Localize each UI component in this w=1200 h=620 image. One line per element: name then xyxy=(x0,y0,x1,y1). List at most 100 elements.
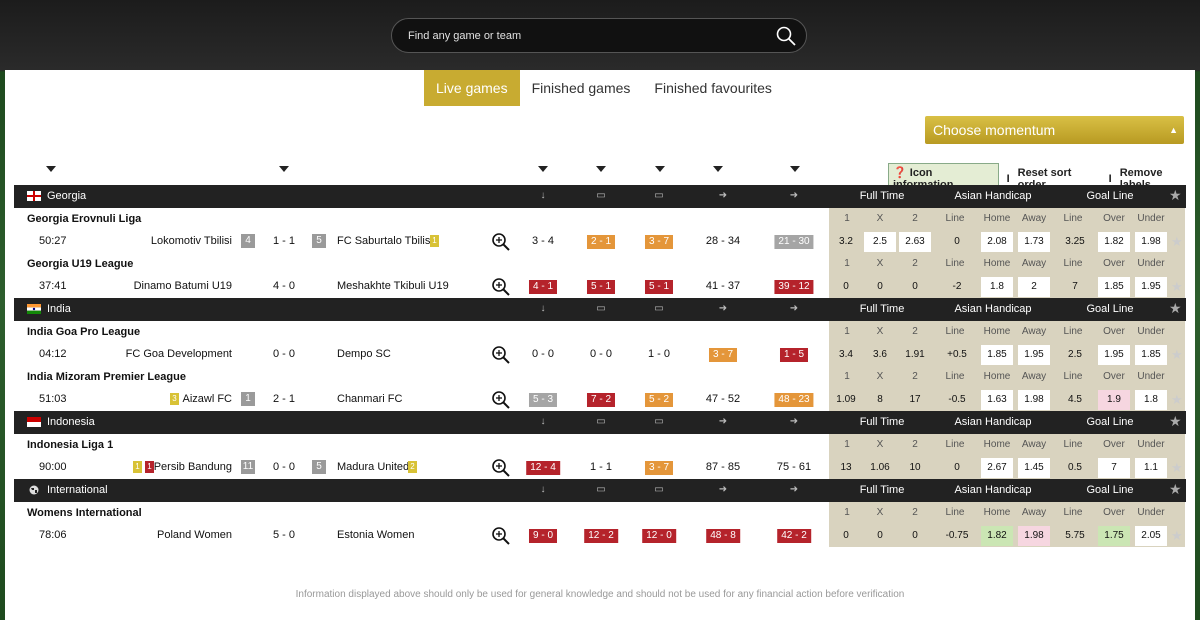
tab-finished-favourites[interactable]: Finished favourites xyxy=(642,70,784,106)
favourite-star-icon[interactable]: ★ xyxy=(1171,234,1183,250)
odds-cell[interactable]: 1.45 xyxy=(1018,458,1050,478)
odds-cell[interactable]: 3.25 xyxy=(1057,232,1093,252)
odds-cell[interactable]: 2.5 xyxy=(1057,345,1093,365)
odds-cell[interactable]: -0.75 xyxy=(939,526,975,546)
odds-cell[interactable]: 1.06 xyxy=(864,458,896,478)
home-team[interactable]: Dinamo Batumi U19 xyxy=(134,280,232,292)
sort-arrow-icon[interactable] xyxy=(790,166,800,172)
zoom-icon[interactable] xyxy=(491,277,510,296)
favourite-star-icon[interactable]: ★ xyxy=(1169,187,1182,204)
odds-cell[interactable]: 1.8 xyxy=(981,277,1013,297)
league-name[interactable]: India Goa Pro League xyxy=(27,326,140,338)
favourite-star-icon[interactable]: ★ xyxy=(1171,279,1183,295)
odds-cell[interactable]: -2 xyxy=(939,277,975,297)
odds-cell[interactable]: 3.2 xyxy=(831,232,861,252)
odds-cell[interactable]: 0 xyxy=(831,526,861,546)
odds-cell[interactable]: 7 xyxy=(1098,458,1130,478)
odds-cell[interactable]: 0 xyxy=(864,277,896,297)
zoom-icon[interactable] xyxy=(491,458,510,477)
zoom-icon[interactable] xyxy=(491,345,510,364)
home-team[interactable]: Persib Bandung xyxy=(154,461,232,473)
odds-cell[interactable]: 1.73 xyxy=(1018,232,1050,252)
favourite-star-icon[interactable]: ★ xyxy=(1169,300,1182,317)
home-team[interactable]: Lokomotiv Tbilisi xyxy=(151,235,232,247)
away-team[interactable]: Meshakhte Tkibuli U19 xyxy=(337,280,449,292)
favourite-star-icon[interactable]: ★ xyxy=(1171,460,1183,476)
odds-cell[interactable]: 5.75 xyxy=(1057,526,1093,546)
odds-cell[interactable]: 0.5 xyxy=(1057,458,1093,478)
odds-cell[interactable]: 1.91 xyxy=(899,345,931,365)
sort-arrow-icon[interactable] xyxy=(46,166,56,172)
zoom-icon[interactable] xyxy=(491,390,510,409)
away-team[interactable]: Chanmari FC xyxy=(337,393,402,405)
odds-cell[interactable]: 2.05 xyxy=(1135,526,1167,546)
league-name[interactable]: India Mizoram Premier League xyxy=(27,371,186,383)
odds-cell[interactable]: 3.6 xyxy=(864,345,896,365)
odds-cell[interactable]: 1.85 xyxy=(1098,277,1130,297)
odds-cell[interactable]: 1.82 xyxy=(981,526,1013,546)
odds-cell[interactable]: 1.95 xyxy=(1018,345,1050,365)
odds-cell[interactable]: 0 xyxy=(939,232,975,252)
tab-finished-games[interactable]: Finished games xyxy=(520,70,643,106)
odds-cell[interactable]: 2.08 xyxy=(981,232,1013,252)
search-icon[interactable] xyxy=(776,26,796,46)
odds-cell[interactable]: 8 xyxy=(864,390,896,410)
away-team[interactable]: Dempo SC xyxy=(337,348,391,360)
odds-cell[interactable]: 1.1 xyxy=(1135,458,1167,478)
odds-cell[interactable]: 1.63 xyxy=(981,390,1013,410)
favourite-star-icon[interactable]: ★ xyxy=(1171,528,1183,544)
odds-cell[interactable]: 1.85 xyxy=(981,345,1013,365)
search-input[interactable] xyxy=(408,19,758,52)
tab-live-games[interactable]: Live games xyxy=(424,70,520,106)
odds-cell[interactable]: 1.95 xyxy=(1135,277,1167,297)
odds-cell[interactable]: 2.63 xyxy=(899,232,931,252)
odds-cell[interactable]: 10 xyxy=(899,458,931,478)
home-team[interactable]: FC Goa Development xyxy=(126,348,232,360)
odds-cell[interactable]: 1.98 xyxy=(1018,390,1050,410)
odds-cell[interactable]: 2.5 xyxy=(864,232,896,252)
favourite-star-icon[interactable]: ★ xyxy=(1169,413,1182,430)
odds-cell[interactable]: 2.67 xyxy=(981,458,1013,478)
odds-cell[interactable]: 0 xyxy=(899,277,931,297)
odds-cell[interactable]: 1.85 xyxy=(1135,345,1167,365)
odds-cell[interactable]: 1.75 xyxy=(1098,526,1130,546)
odds-cell[interactable]: 1.82 xyxy=(1098,232,1130,252)
odds-cell[interactable]: 1.98 xyxy=(1018,526,1050,546)
odds-cell[interactable]: -0.5 xyxy=(939,390,975,410)
sort-arrow-icon[interactable] xyxy=(596,166,606,172)
league-name[interactable]: Georgia Erovnuli Liga xyxy=(27,213,141,225)
zoom-icon[interactable] xyxy=(491,232,510,251)
zoom-icon[interactable] xyxy=(491,526,510,545)
away-team[interactable]: Estonia Women xyxy=(337,529,414,541)
odds-cell[interactable]: 0 xyxy=(939,458,975,478)
odds-cell[interactable]: 1.09 xyxy=(831,390,861,410)
momentum-select[interactable]: Choose momentum ▲ xyxy=(925,116,1184,144)
odds-cell[interactable]: 2 xyxy=(1018,277,1050,297)
sort-arrow-icon[interactable] xyxy=(655,166,665,172)
league-name[interactable]: Indonesia Liga 1 xyxy=(27,439,113,451)
sort-arrow-icon[interactable] xyxy=(538,166,548,172)
odds-cell[interactable]: 17 xyxy=(899,390,931,410)
odds-cell[interactable]: 4.5 xyxy=(1057,390,1093,410)
odds-cell[interactable]: 13 xyxy=(831,458,861,478)
sort-arrow-icon[interactable] xyxy=(713,166,723,172)
away-team[interactable]: FC Saburtalo Tbilisi xyxy=(337,235,433,247)
favourite-star-icon[interactable]: ★ xyxy=(1169,481,1182,498)
odds-cell[interactable]: +0.5 xyxy=(939,345,975,365)
odds-cell[interactable]: 0 xyxy=(899,526,931,546)
odds-cell[interactable]: 1.9 xyxy=(1098,390,1130,410)
odds-cell[interactable]: 1.8 xyxy=(1135,390,1167,410)
home-team[interactable]: Aizawl FC xyxy=(182,393,232,405)
league-name[interactable]: Womens International xyxy=(27,507,142,519)
odds-cell[interactable]: 0 xyxy=(831,277,861,297)
home-team[interactable]: Poland Women xyxy=(157,529,232,541)
away-team[interactable]: Madura United xyxy=(337,461,409,473)
odds-cell[interactable]: 0 xyxy=(864,526,896,546)
favourite-star-icon[interactable]: ★ xyxy=(1171,347,1183,363)
sort-arrow-icon[interactable] xyxy=(279,166,289,172)
odds-cell[interactable]: 7 xyxy=(1057,277,1093,297)
odds-cell[interactable]: 1.98 xyxy=(1135,232,1167,252)
league-name[interactable]: Georgia U19 League xyxy=(27,258,133,270)
odds-cell[interactable]: 1.95 xyxy=(1098,345,1130,365)
favourite-star-icon[interactable]: ★ xyxy=(1171,392,1183,408)
